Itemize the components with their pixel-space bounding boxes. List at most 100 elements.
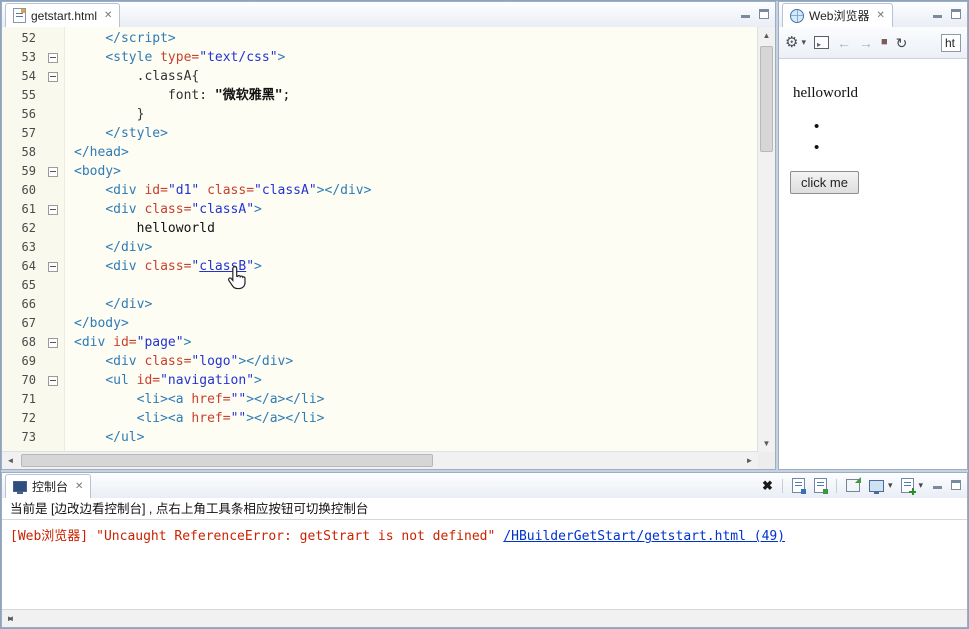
gear-dropdown-icon[interactable]: ▾ — [801, 37, 806, 48]
code-text: } — [136, 107, 145, 122]
list-bullet: • — [814, 118, 820, 135]
tab-close-icon[interactable]: ✕ — [104, 10, 112, 21]
code-text: <li><a href=""></a></li> — [136, 392, 325, 407]
browser-url-input[interactable] — [941, 33, 961, 52]
pin-console-icon[interactable] — [791, 478, 806, 494]
code-line: 68 <div id="page"> — [2, 333, 758, 352]
code-line: 63 </div> — [2, 238, 758, 257]
open-console-dropdown-icon[interactable]: ▾ — [918, 480, 923, 491]
display-console-dropdown-icon[interactable]: ▾ — [888, 480, 893, 491]
tab-getstart-html[interactable]: getstart.html ✕ — [5, 3, 121, 27]
line-number: 73 — [21, 430, 36, 444]
open-external-browser-icon[interactable]: ▸ — [813, 36, 829, 49]
settings-gear-icon[interactable]: ⚙ — [785, 35, 798, 50]
fold-toggle-icon[interactable] — [44, 371, 64, 390]
error-message: "Uncaught ReferenceError: getStrart is n… — [96, 529, 496, 544]
code-editor[interactable]: 52 </script> 53 <style type="text/css"> 54… — [2, 27, 775, 469]
code-line: 73 </ul> — [2, 428, 758, 447]
tab-web-browser[interactable]: Web浏览器 ✕ — [782, 3, 893, 27]
fold-gutter — [44, 124, 64, 143]
export-log-icon[interactable] — [845, 479, 860, 492]
code-text: <ul id="navigation"> — [105, 373, 262, 388]
tab-close-icon[interactable]: ✕ — [75, 481, 83, 492]
clear-console-icon[interactable]: ✖ — [762, 479, 773, 492]
horizontal-scrollbar-thumb[interactable] — [21, 454, 433, 467]
scroll-right-arrow-icon[interactable]: ► — [2, 610, 19, 627]
code-line: 62 helloworld — [2, 219, 758, 238]
fold-toggle-icon[interactable] — [44, 162, 64, 181]
editor-horizontal-scrollbar[interactable]: ◄ ► — [2, 451, 758, 469]
editor-panel: getstart.html ✕ 52 </script> 53 <style ty… — [1, 1, 776, 470]
code-text: </style> — [105, 126, 168, 141]
error-source-label: [Web浏览器] — [10, 529, 89, 544]
maximize-icon[interactable] — [951, 480, 961, 490]
open-console-icon[interactable] — [901, 478, 917, 495]
line-number: 53 — [21, 50, 36, 64]
minimize-icon[interactable] — [933, 480, 943, 490]
fold-toggle-icon[interactable] — [44, 333, 64, 352]
scroll-lock-icon[interactable] — [813, 478, 828, 494]
code-text: </body> — [74, 316, 129, 331]
code-text: </div> — [105, 297, 153, 312]
minimize-icon[interactable] — [933, 9, 943, 19]
fold-toggle-icon[interactable] — [44, 48, 64, 67]
scroll-right-arrow-icon[interactable]: ► — [741, 452, 758, 469]
fold-gutter — [44, 143, 64, 162]
code-text: <div class="classA"> — [105, 202, 262, 217]
toolbar-separator — [835, 478, 837, 493]
code-text: helloworld — [136, 221, 215, 236]
code-line: 53 <style type="text/css"> — [2, 48, 758, 67]
browser-window-controls — [933, 9, 961, 19]
display-console-icon[interactable] — [868, 479, 884, 494]
line-number: 60 — [21, 183, 36, 197]
code-line: 52 </script> — [2, 29, 758, 48]
tab-console[interactable]: 控制台 ✕ — [5, 474, 92, 498]
fold-toggle-icon[interactable] — [44, 200, 64, 219]
vertical-scrollbar-thumb[interactable] — [760, 46, 773, 152]
scroll-left-arrow-icon[interactable]: ◄ — [2, 452, 19, 469]
stop-icon[interactable]: ■ — [881, 37, 888, 48]
fold-gutter — [44, 295, 64, 314]
maximize-icon[interactable] — [951, 9, 961, 19]
fold-gutter — [44, 29, 64, 48]
console-horizontal-scrollbar[interactable]: ◄ ► — [2, 609, 967, 627]
fold-gutter — [44, 390, 64, 409]
line-number: 66 — [21, 297, 36, 311]
line-number: 69 — [21, 354, 36, 368]
error-file-link[interactable]: /HBuilderGetStart/getstart.html (49) — [503, 529, 785, 544]
refresh-icon[interactable]: ↻ — [896, 36, 908, 50]
line-number: 72 — [21, 411, 36, 425]
scrollbar-corner — [758, 452, 775, 469]
tab-close-icon[interactable]: ✕ — [876, 10, 884, 21]
forward-arrow-icon[interactable]: → — [859, 36, 873, 50]
scroll-up-arrow-icon[interactable]: ▲ — [758, 27, 775, 44]
line-number: 70 — [21, 373, 36, 387]
rendered-bullet-list: • • — [779, 116, 967, 158]
code-text: </head> — [74, 145, 129, 160]
line-number: 63 — [21, 240, 36, 254]
back-arrow-icon[interactable]: ← — [837, 36, 851, 50]
fold-gutter — [44, 352, 64, 371]
fold-gutter — [44, 409, 64, 428]
list-bullet: • — [814, 139, 820, 156]
minimize-icon[interactable] — [741, 9, 751, 19]
code-text: </script> — [105, 31, 176, 46]
code-line: 65 — [2, 276, 758, 295]
code-line: 60 <div id="d1" class="classA"></div> — [2, 181, 758, 200]
code-text: <style type="text/css"> — [105, 50, 286, 65]
maximize-icon[interactable] — [759, 9, 769, 19]
fold-gutter — [44, 238, 64, 257]
click-me-button[interactable]: click me — [790, 171, 859, 194]
line-number: 59 — [21, 164, 36, 178]
editor-vertical-scrollbar[interactable]: ▲ ▼ — [757, 27, 775, 452]
code-line: 69 <div class="logo"></div> — [2, 352, 758, 371]
code-line: 58 </head> — [2, 143, 758, 162]
fold-toggle-icon[interactable] — [44, 67, 64, 86]
fold-gutter — [44, 105, 64, 124]
fold-gutter — [44, 276, 64, 295]
fold-toggle-icon[interactable] — [44, 257, 64, 276]
web-browser-panel: Web浏览器 ✕ ⚙ ▾ ▸ ← → ■ ↻ helloworld •• cli… — [778, 1, 968, 470]
code-line: 71 <li><a href=""></a></li> — [2, 390, 758, 409]
scroll-down-arrow-icon[interactable]: ▼ — [758, 435, 775, 452]
editor-tab-title: getstart.html — [31, 8, 98, 23]
